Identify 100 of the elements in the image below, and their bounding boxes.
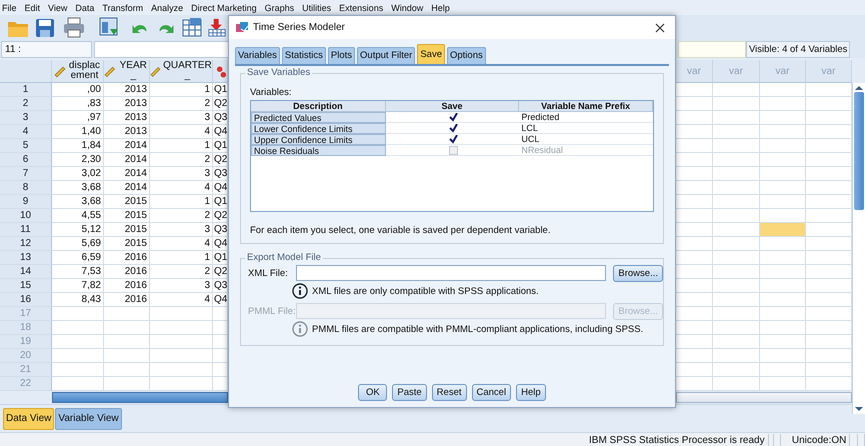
menu-item[interactable]: Transform (102, 2, 144, 12)
menu-item[interactable]: Extensions (339, 2, 384, 12)
table-cell: Predicted Values (251, 112, 386, 123)
dialog-button[interactable]: Paste (392, 384, 427, 401)
row-number[interactable]: 15 (0, 279, 52, 293)
menu-item[interactable]: Window (391, 2, 424, 12)
row-number[interactable]: 10 (0, 209, 52, 223)
menu-item[interactable]: Analyze (151, 2, 184, 12)
row-number[interactable]: 14 (0, 265, 52, 279)
dialog-tab[interactable]: Output Filter (357, 47, 416, 64)
dialog-button[interactable]: Help (516, 384, 546, 401)
row-number[interactable]: 9 (0, 195, 52, 209)
column-header[interactable]: displacement (52, 60, 104, 83)
table-cell: 2014 (104, 139, 150, 153)
dialog-title: Time Series Modeler (253, 22, 346, 33)
column-header: Save (386, 101, 520, 112)
table-cell: Q1 (213, 83, 228, 97)
view-tab[interactable]: Variable View (55, 408, 122, 430)
table-cell: 6,59 (52, 251, 104, 265)
table-cell: ,83 (52, 97, 104, 111)
table-cell: 2013 (104, 83, 150, 97)
menu-item[interactable]: Utilities (302, 2, 332, 12)
row-number[interactable]: 11 (0, 223, 52, 237)
table-cell: 2016 (104, 293, 150, 307)
menu-item[interactable]: File (2, 2, 17, 12)
table-cell: Q1 (213, 251, 228, 265)
dialog-tab[interactable]: Statistics (282, 47, 326, 64)
dialog-tab[interactable]: Save (417, 44, 445, 64)
column-header: Variable Name Prefix (519, 101, 654, 112)
table-cell: 1,84 (52, 139, 104, 153)
table-cell: 3,02 (52, 167, 104, 181)
table-cell: 4 (150, 237, 213, 251)
table-cell: 2015 (104, 195, 150, 209)
table-cell: 7,53 (52, 265, 104, 279)
table-cell: 1 (150, 83, 213, 97)
dialog-tab[interactable]: Plots (328, 47, 356, 64)
table-cell: Q2 (213, 97, 228, 111)
browse-button: Browse... (613, 302, 663, 320)
menu-item[interactable]: Data (75, 2, 94, 12)
table-cell: Q3 (213, 223, 228, 237)
row-number[interactable]: 5 (0, 139, 52, 153)
column-label: displacement (68, 61, 102, 81)
table-cell: 4 (150, 181, 213, 195)
table-cell: Q2 (213, 209, 228, 223)
browse-button[interactable]: Browse... (613, 264, 663, 282)
row-number[interactable]: 12 (0, 237, 52, 251)
column-label: YEAR_ (118, 61, 148, 81)
table-cell: 3 (150, 167, 213, 181)
menu-item[interactable]: View (48, 2, 68, 12)
row-number[interactable]: 16 (0, 293, 52, 307)
row-number[interactable]: 13 (0, 251, 52, 265)
row-number[interactable]: 6 (0, 153, 52, 167)
table-cell: 4 (150, 293, 213, 307)
table-cell: 2016 (104, 251, 150, 265)
table-label: Variables: (250, 87, 292, 98)
column-header[interactable]: YEAR_ (104, 60, 150, 83)
menu-item[interactable]: Direct Marketing (191, 2, 257, 12)
dialog-button[interactable]: OK (358, 384, 388, 401)
status-text: Unicode:ON (788, 434, 850, 446)
table-cell: Upper Confidence Limits (251, 134, 386, 145)
dialog-button[interactable]: Cancel (472, 384, 512, 401)
table-cell: 3 (150, 111, 213, 125)
table-cell: Q2 (213, 153, 228, 167)
table-cell: 2015 (104, 223, 150, 237)
table-cell: Noise Residuals (251, 145, 386, 156)
table-cell: 1 (150, 195, 213, 209)
menu-item[interactable]: Edit (24, 2, 40, 12)
visible-variables-label: Visible: 4 of 4 Variables (746, 40, 850, 58)
row-number[interactable]: 3 (0, 111, 52, 125)
column-label: QUARTER_ (162, 61, 212, 81)
table-cell: 4 (150, 125, 213, 139)
table-cell: UCL (519, 134, 654, 145)
table-cell: 3,68 (52, 181, 104, 195)
row-number[interactable]: 8 (0, 181, 52, 195)
table-cell: LCL (519, 123, 654, 134)
dialog-tab[interactable]: Options (446, 47, 486, 64)
group-title: Export Model File (245, 252, 323, 263)
column-header[interactable]: QUARTER_ (150, 60, 213, 83)
dialog-tab[interactable]: Variables (235, 47, 280, 64)
table-cell: 3 (150, 279, 213, 293)
dialog-button[interactable]: Reset (432, 384, 466, 401)
row-number[interactable]: 4 (0, 125, 52, 139)
menu-item[interactable]: Help (431, 2, 450, 12)
group-title: Save Variables (245, 67, 312, 78)
row-number[interactable]: 2 (0, 97, 52, 111)
table-cell: Q4 (213, 125, 228, 139)
table-cell: 3,68 (52, 195, 104, 209)
column-header: Description (251, 101, 386, 112)
menu-item[interactable]: Graphs (264, 2, 294, 12)
table-cell: 5,69 (52, 237, 104, 251)
table-cell: 2015 (104, 237, 150, 251)
view-tab[interactable]: Data View (3, 408, 54, 430)
table-cell: Q2 (213, 265, 228, 279)
row-number[interactable]: 1 (0, 83, 52, 97)
row-number[interactable]: 7 (0, 167, 52, 181)
info-text: XML files are only compatible with SPSS applications. (312, 286, 539, 296)
table-cell: 2 (150, 209, 213, 223)
table-cell: Lower Confidence Limits (251, 123, 386, 134)
table-cell: 2014 (104, 181, 150, 195)
table-cell: 2015 (104, 209, 150, 223)
